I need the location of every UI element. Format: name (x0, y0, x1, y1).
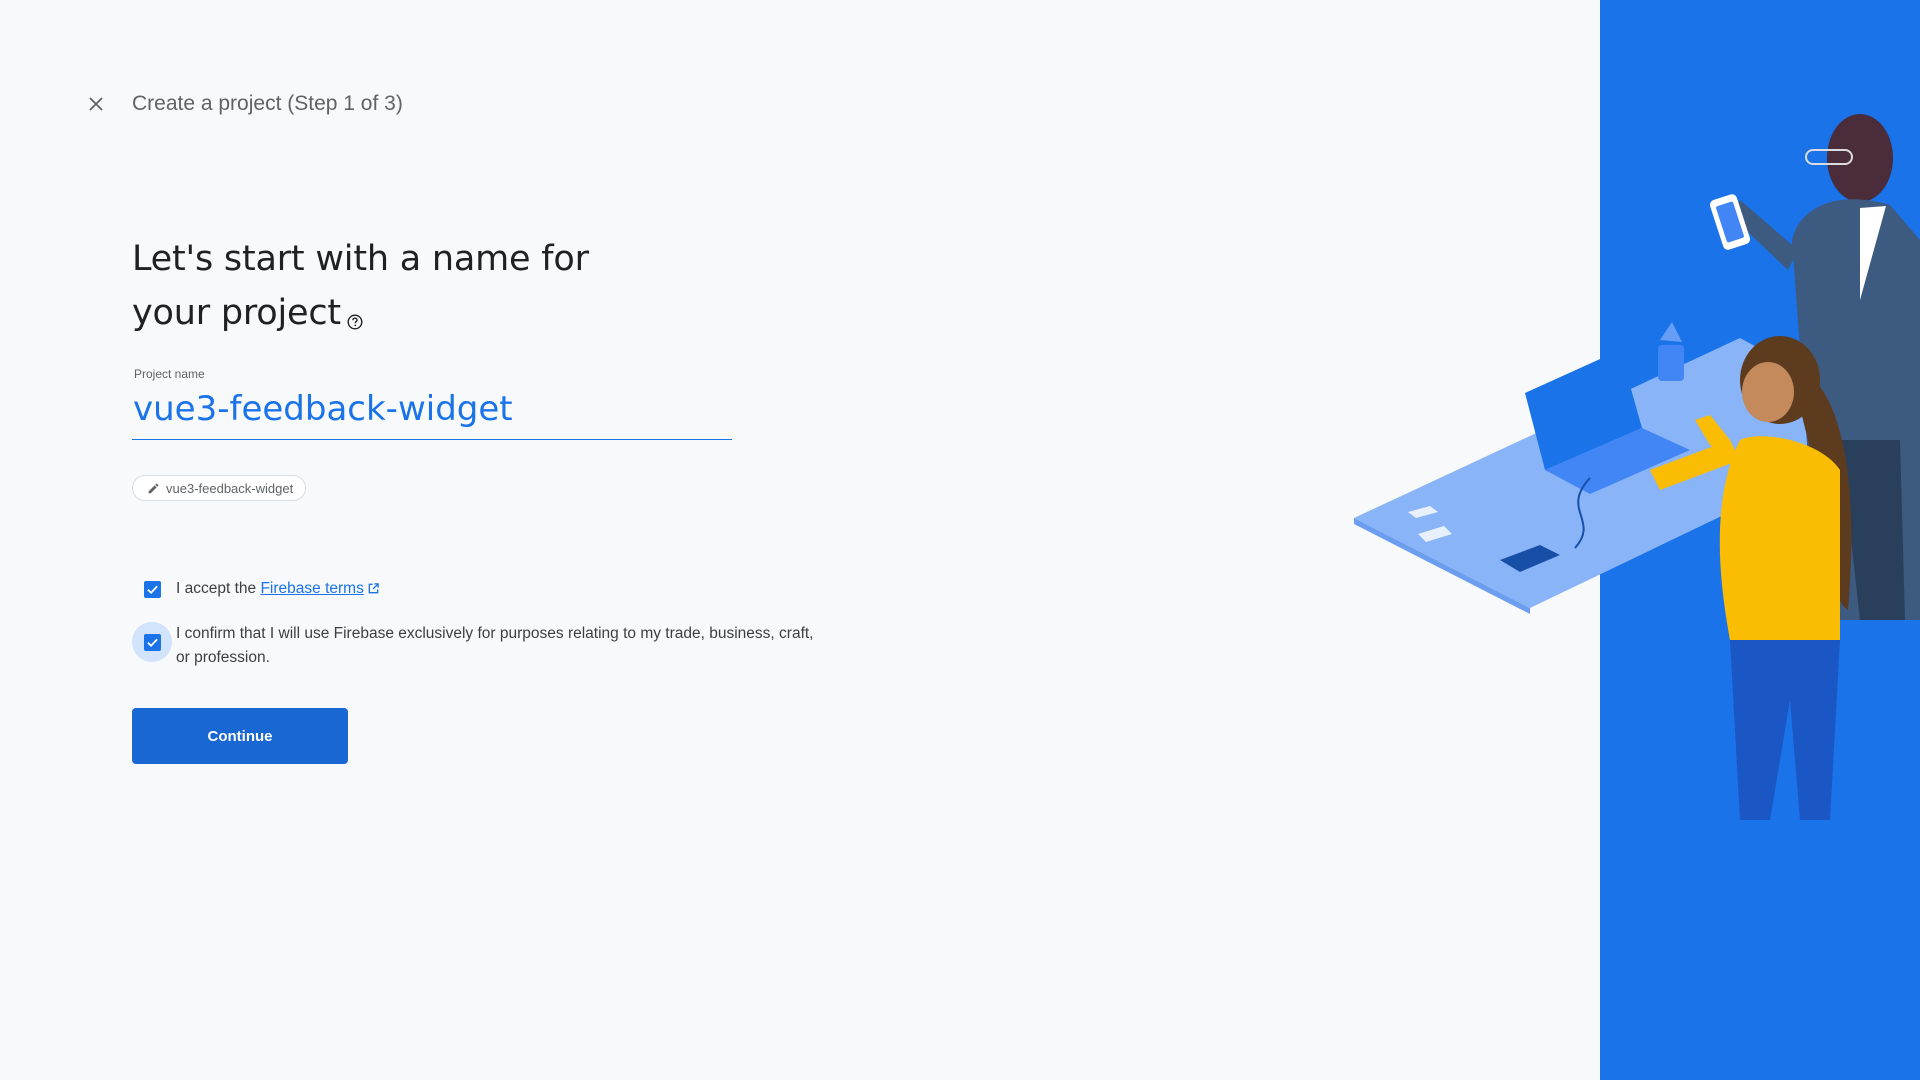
external-link-icon[interactable] (367, 579, 380, 603)
confirm-checkbox-wrap (132, 622, 172, 662)
terms-checkbox[interactable] (143, 580, 161, 598)
firebase-terms-link[interactable]: Firebase terms (260, 580, 363, 597)
checkmark-icon (146, 638, 158, 647)
heading-line-2-text: your project (132, 293, 341, 333)
step-title: Create a project (Step 1 of 3) (132, 92, 403, 115)
page-heading: Let's start with a name for your project (132, 232, 852, 346)
pencil-icon (148, 483, 159, 493)
confirm-text: I confirm that I will use Firebase exclu… (176, 625, 814, 666)
heading-line-1: Let's start with a name for (132, 239, 589, 279)
project-name-field: Project name (132, 367, 732, 440)
confirm-checkbox[interactable] (143, 633, 161, 651)
project-name-input[interactable] (132, 389, 732, 440)
project-id-text: vue3-feedback-widget (166, 480, 294, 496)
continue-button[interactable]: Continue (132, 708, 348, 764)
create-project-form: Let's start with a name for your project… (132, 232, 852, 764)
project-id-chip[interactable]: vue3-feedback-widget (132, 475, 307, 501)
heading-line-2: your project (132, 286, 852, 346)
help-circle-icon[interactable] (347, 292, 363, 346)
terms-text: I accept the Firebase terms (176, 569, 380, 603)
close-button[interactable] (83, 91, 109, 117)
terms-checkbox-wrap (132, 569, 172, 609)
terms-prefix: I accept the (176, 580, 257, 597)
close-icon (89, 97, 103, 111)
top-bar: Create a project (Step 1 of 3) (83, 88, 403, 120)
illustration (1354, 114, 1920, 820)
project-name-label: Project name (134, 367, 205, 381)
confirm-row: I confirm that I will use Firebase exclu… (132, 622, 816, 670)
terms-row: I accept the Firebase terms (132, 569, 380, 609)
checkmark-icon (146, 585, 158, 594)
